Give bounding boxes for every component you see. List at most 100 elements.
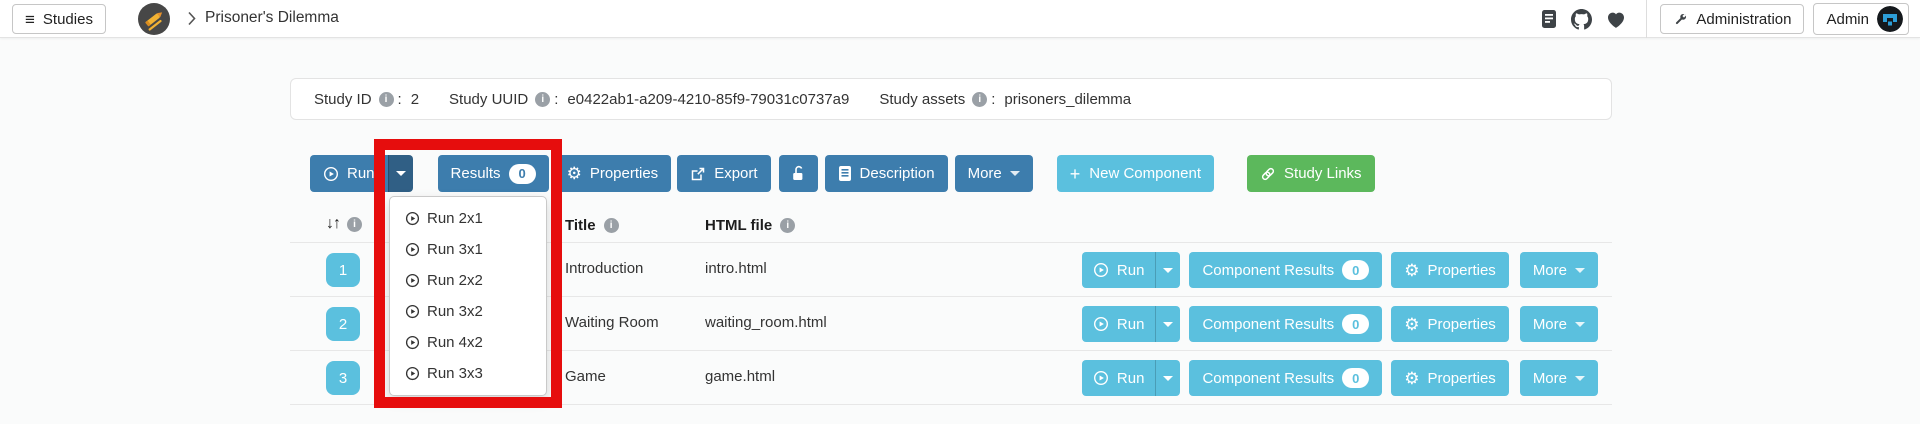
caret-down-icon (1575, 375, 1585, 381)
lock-open-icon (790, 165, 806, 182)
row-actions: Run Component Results 0 ⚙ Properties Mor… (1081, 360, 1598, 396)
order-drag-handle[interactable]: 3 (326, 361, 360, 395)
administration-button[interactable]: Administration (1660, 4, 1805, 34)
gear-icon: ⚙ (1404, 368, 1420, 388)
row-run-label: Run (1116, 369, 1145, 387)
component-results-button[interactable]: Component Results 0 (1189, 252, 1383, 288)
study-uuid-label: Study UUID (449, 90, 529, 108)
row-run-button[interactable]: Run (1081, 360, 1156, 396)
run-dropdown-item[interactable]: Run 3x2 (390, 296, 546, 327)
description-icon (838, 165, 852, 182)
run-dropdown-menu: Run 2x1 Run 3x1 Run 2x2 Run 3x2 Run 4x2 … (389, 196, 547, 396)
github-icon[interactable] (1571, 8, 1593, 30)
results-count-badge: 0 (508, 163, 536, 184)
admin-user-button[interactable]: Admin (1813, 3, 1909, 35)
gear-icon: ⚙ (566, 164, 582, 183)
info-icon[interactable]: i (603, 218, 619, 233)
run-dropdown-item[interactable]: Run 3x3 (390, 358, 546, 389)
docs-icon[interactable] (1541, 9, 1557, 29)
row-run-dropdown-toggle[interactable] (1155, 360, 1181, 396)
component-html-file: waiting_room.html (705, 314, 827, 331)
order-drag-handle[interactable]: 2 (326, 307, 360, 341)
studies-menu-button[interactable]: ≡ Studies (12, 4, 106, 34)
row-actions: Run Component Results 0 ⚙ Properties Mor… (1081, 252, 1598, 288)
play-circle-icon (1093, 262, 1108, 278)
run-label: Run (347, 165, 375, 182)
run-option-label: Run 2x1 (427, 210, 483, 227)
play-circle-icon (323, 166, 339, 181)
row-properties-button[interactable]: ⚙ Properties (1391, 306, 1509, 342)
study-links-label: Study Links (1284, 165, 1362, 182)
row-run-button[interactable]: Run (1081, 306, 1156, 342)
info-icon[interactable]: i (535, 91, 551, 107)
row-more-button[interactable]: More (1519, 306, 1598, 342)
html-file-column-header: HTML file i (705, 217, 796, 234)
component-html-file: intro.html (705, 260, 767, 277)
info-icon[interactable]: i (378, 91, 394, 107)
order-column-header: ↓↑ i (326, 215, 362, 233)
run-split-button: Run (310, 155, 413, 192)
row-properties-button[interactable]: ⚙ Properties (1391, 360, 1509, 396)
row-run-split-button: Run (1081, 306, 1181, 342)
row-more-label: More (1532, 261, 1567, 279)
app-logo[interactable] (137, 2, 171, 36)
row-run-button[interactable]: Run (1081, 252, 1156, 288)
row-properties-label: Properties (1427, 369, 1496, 387)
plus-icon: + (1069, 163, 1081, 184)
results-button[interactable]: Results 0 (437, 155, 549, 192)
run-dropdown-item[interactable]: Run 2x1 (390, 203, 546, 234)
row-more-label: More (1532, 315, 1567, 333)
caret-down-icon (1009, 171, 1020, 176)
more-button[interactable]: More (954, 155, 1033, 192)
row-more-button[interactable]: More (1519, 360, 1598, 396)
caret-down-icon (1575, 267, 1585, 273)
run-dropdown-item[interactable]: Run 2x2 (390, 265, 546, 296)
more-label: More (967, 165, 1002, 182)
run-dropdown-item[interactable]: Run 4x2 (390, 327, 546, 358)
properties-button[interactable]: ⚙ Properties (553, 155, 672, 192)
row-run-dropdown-toggle[interactable] (1155, 306, 1181, 342)
info-icon[interactable]: i (972, 91, 988, 107)
study-links-button[interactable]: Study Links (1247, 155, 1375, 192)
separator: : (991, 90, 996, 108)
component-results-count-badge: 0 (1342, 260, 1370, 280)
component-html-file: game.html (705, 368, 776, 385)
component-title: Game (565, 368, 606, 385)
export-icon (690, 166, 706, 182)
order-drag-handle[interactable]: 1 (326, 253, 360, 287)
lock-button[interactable] (778, 155, 818, 192)
info-icon[interactable]: i (347, 216, 362, 232)
play-circle-icon (405, 211, 420, 226)
row-run-split-button: Run (1081, 360, 1181, 396)
run-dropdown-item[interactable]: Run 3x1 (390, 234, 546, 265)
run-dropdown-toggle[interactable] (387, 155, 413, 192)
study-id-value: 2 (410, 90, 420, 108)
row-run-dropdown-toggle[interactable] (1155, 252, 1181, 288)
study-toolbar: Run Results 0 ⚙ Properties Export Descri… (290, 155, 1612, 192)
row-properties-button[interactable]: ⚙ Properties (1391, 252, 1509, 288)
gear-icon: ⚙ (1404, 314, 1420, 334)
description-label: Description (859, 165, 935, 182)
row-more-button[interactable]: More (1519, 252, 1598, 288)
caret-down-icon (1163, 375, 1174, 381)
sort-order-icon: ↓↑ (326, 215, 341, 232)
component-title: Waiting Room (565, 314, 659, 331)
row-properties-label: Properties (1427, 261, 1496, 279)
new-component-button[interactable]: + New Component (1056, 155, 1215, 192)
description-button[interactable]: Description (824, 155, 948, 192)
run-option-label: Run 3x3 (427, 365, 483, 382)
run-button[interactable]: Run (310, 155, 388, 192)
wrench-icon (1673, 12, 1688, 27)
component-results-button[interactable]: Component Results 0 (1189, 360, 1383, 396)
info-icon[interactable]: i (780, 218, 796, 233)
html-file-header-label: HTML file (705, 217, 773, 234)
separator: : (397, 90, 402, 108)
export-button[interactable]: Export (677, 155, 771, 192)
caret-down-icon (395, 171, 406, 176)
title-header-label: Title (565, 217, 596, 234)
heart-icon[interactable] (1606, 10, 1626, 29)
component-results-count-badge: 0 (1342, 368, 1370, 388)
row-actions: Run Component Results 0 ⚙ Properties Mor… (1081, 306, 1598, 342)
component-results-button[interactable]: Component Results 0 (1189, 306, 1383, 342)
separator: : (554, 90, 559, 108)
